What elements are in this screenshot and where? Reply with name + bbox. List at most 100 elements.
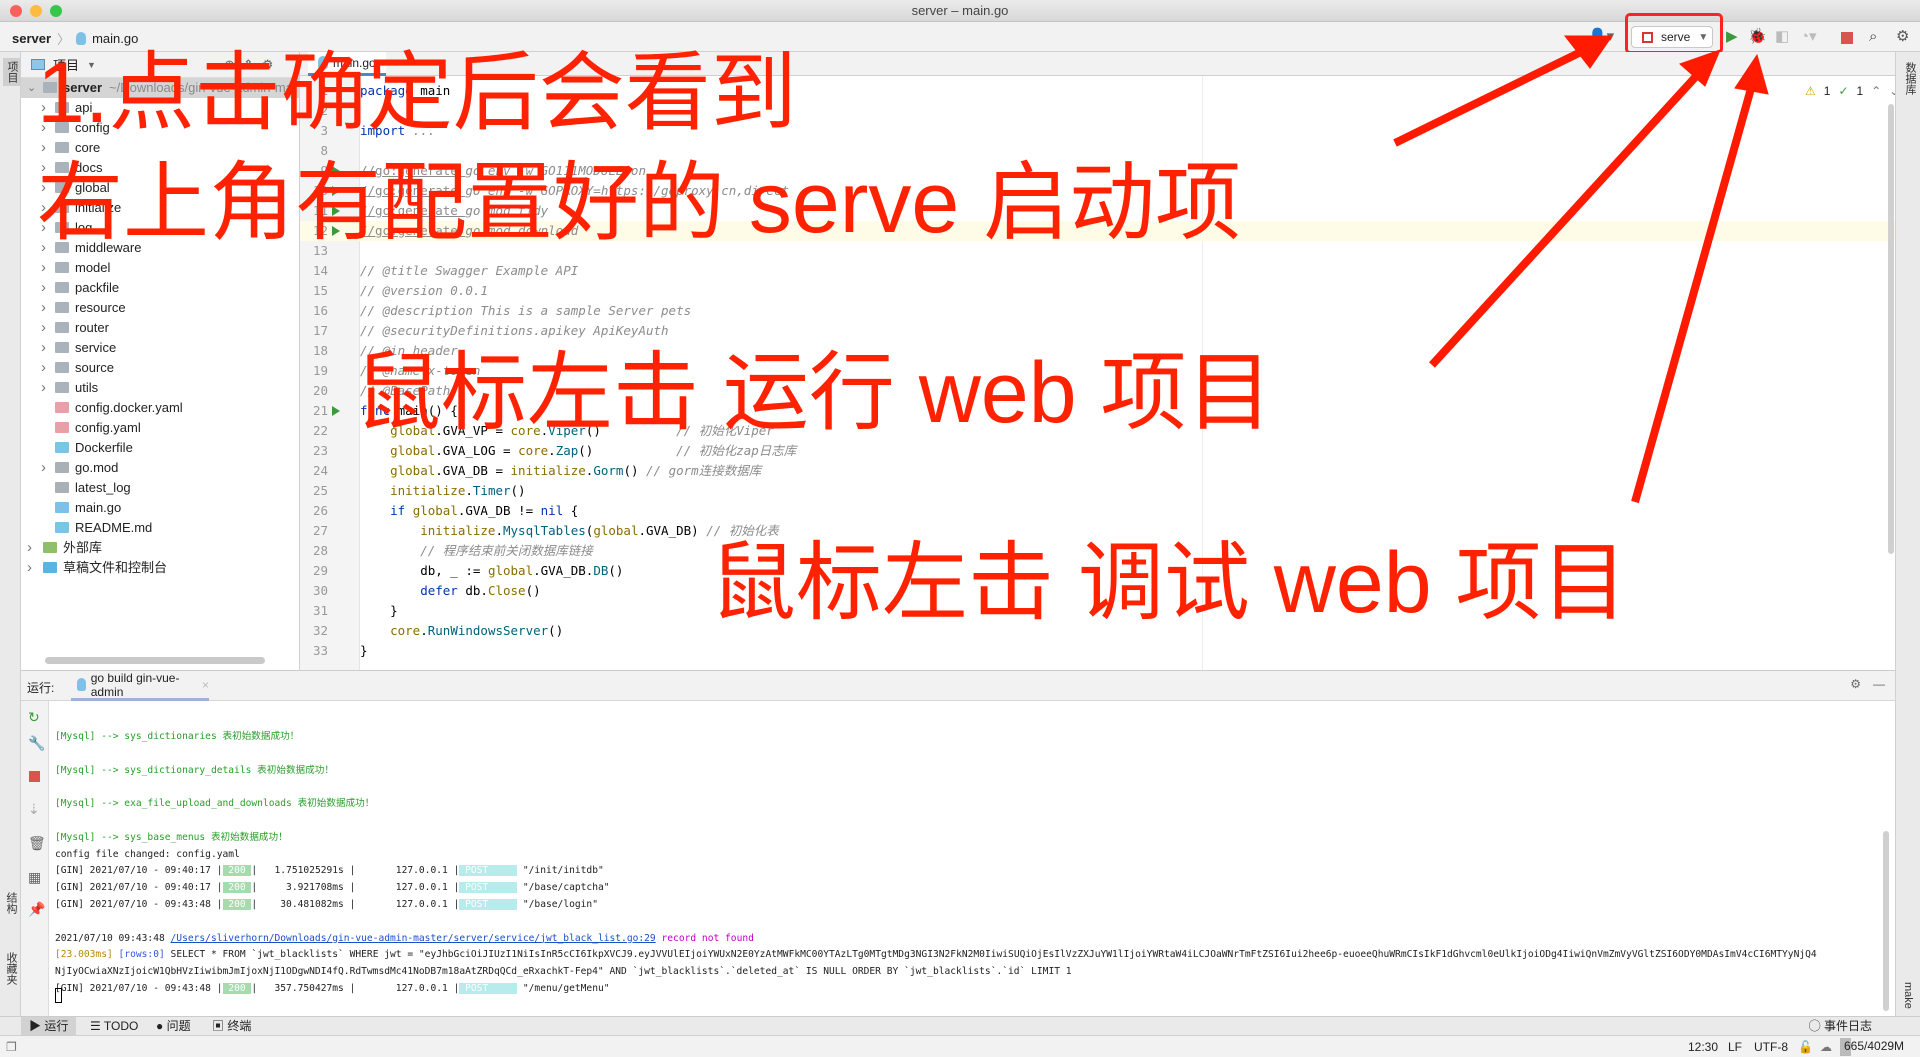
bottom-tab-terminal[interactable]: ▣ 终端	[204, 1017, 259, 1036]
warning-icon[interactable]: ⚠	[1805, 84, 1816, 98]
code-text: // 程序结束前关闭数据库链接	[360, 541, 593, 561]
code-token: ()	[548, 623, 564, 638]
caret-position[interactable]: 12:30	[1688, 1040, 1718, 1054]
code-line[interactable]: 15 // @version 0.0.1	[300, 281, 1895, 301]
minimize-window-button[interactable]	[30, 5, 42, 17]
tree-item-config-docker-yaml[interactable]: config.docker.yaml	[21, 398, 300, 418]
chevron-right-icon: ›	[41, 279, 46, 296]
code-token: ()	[608, 563, 624, 578]
profile-icon[interactable]: ◔▾	[1800, 28, 1817, 46]
previous-highlight-icon[interactable]: ⌃	[1871, 84, 1881, 98]
trash-icon[interactable]: 🗑	[28, 835, 46, 852]
tree-item-packfile[interactable]: › packfile	[21, 278, 300, 298]
zoom-window-button[interactable]	[50, 5, 62, 17]
scroll-to-end-icon[interactable]: ⇣	[28, 801, 40, 818]
console-token: POST	[459, 865, 518, 877]
tree-item-label: 外部库	[63, 540, 103, 555]
horizontal-scrollbar[interactable]	[45, 657, 265, 664]
console-token: POST	[459, 882, 518, 894]
file-encoding[interactable]: UTF-8	[1754, 1040, 1788, 1054]
vertical-scrollbar[interactable]	[1888, 104, 1894, 554]
bottom-tab-label: 运行	[44, 1019, 69, 1033]
memory-indicator[interactable]: 665/4029M	[1840, 1038, 1909, 1056]
tree-item-latest_log[interactable]: latest_log	[21, 478, 300, 498]
lock-icon[interactable]: 🔓	[1798, 1040, 1813, 1054]
search-icon[interactable]: ⌕	[1869, 28, 1877, 46]
chevron-down-icon: ⌄	[27, 82, 37, 94]
database-tool-button[interactable]: 数据库	[1902, 62, 1918, 95]
run-gutter-icon[interactable]	[332, 406, 340, 416]
pin-icon[interactable]: 📌	[28, 901, 45, 918]
tree-item-config-yaml[interactable]: config.yaml	[21, 418, 300, 438]
code-line[interactable]: 23 global.GVA_LOG = core.Zap() // 初始化zap…	[300, 441, 1895, 461]
tree-item-utils[interactable]: › utils	[21, 378, 300, 398]
console-token: 200	[222, 899, 252, 910]
stop-icon[interactable]	[29, 771, 40, 782]
chevron-right-icon: ›	[41, 259, 46, 276]
console-file-link[interactable]: /Users/sliverhorn/Downloads/gin-vue-admi…	[171, 933, 656, 944]
tree-item-service[interactable]: › service	[21, 338, 300, 358]
make-tool-button[interactable]: make	[1902, 982, 1914, 1009]
console-token: [Mysql] --> exa_file_upload_and_download…	[55, 798, 375, 810]
code-line[interactable]: 16 // @description This is a sample Serve…	[300, 301, 1895, 321]
console-token: 200	[222, 882, 252, 894]
close-tab-icon[interactable]: ×	[202, 678, 209, 692]
line-number: 24	[312, 463, 328, 478]
event-log-button[interactable]: ◯ 事件日志	[1801, 1017, 1880, 1036]
tree-item-dockerfile[interactable]: Dockerfile	[21, 438, 300, 458]
console-token: "/base/captcha"	[517, 882, 610, 894]
code-token: global	[360, 463, 436, 478]
run-panel: 运行: go build gin-vue-admin × ⚙ — ↻ 🔧 ⇣ 🗑…	[21, 670, 1895, 1017]
breadcrumb-file[interactable]: main.go	[92, 31, 138, 46]
structure-tool-button[interactable]: 结构	[3, 892, 19, 914]
console-token: [GIN] 2021/07/10 - 09:43:48 |	[55, 983, 223, 994]
hide-panel-icon[interactable]: —	[1873, 677, 1885, 691]
coverage-icon[interactable]: ◧	[1775, 28, 1789, 46]
run-configuration-select[interactable]: serve ▼	[1631, 26, 1713, 48]
debug-icon[interactable]: 🐞	[1748, 28, 1767, 46]
tree-item-scratches-and-consoles[interactable]: › 草稿文件和控制台	[21, 558, 300, 578]
bottom-tab-problems[interactable]: ● 问题	[148, 1017, 199, 1036]
cloud-settings-icon[interactable]: ☁	[1820, 1040, 1832, 1054]
project-tool-button[interactable]: 项目	[3, 58, 21, 86]
tree-item-model[interactable]: › model	[21, 258, 300, 278]
user-icon[interactable]: 👤▾	[1588, 28, 1614, 46]
run-tab-label: go build gin-vue-admin	[90, 670, 180, 699]
breadcrumb-root[interactable]: server	[12, 31, 51, 46]
code-line[interactable]: 17 // @securityDefinitions.apikey ApiKeyA…	[300, 321, 1895, 341]
code-line[interactable]: 14 // @title Swagger Example API	[300, 261, 1895, 281]
bottom-tab-run[interactable]: ▶ 运行	[21, 1017, 77, 1036]
rerun-icon[interactable]: ↻	[28, 709, 40, 726]
code-token: ()	[623, 463, 647, 478]
typo-check-icon[interactable]: ✓	[1838, 84, 1848, 98]
gear-icon[interactable]: ⚙	[1896, 28, 1909, 46]
gear-icon[interactable]: ⚙	[1850, 677, 1861, 691]
chevron-right-icon: ›	[41, 319, 46, 336]
favorites-tool-button[interactable]: 收藏夹	[3, 952, 19, 985]
bottom-tab-todo[interactable]: ☰ TODO	[82, 1017, 146, 1036]
console-scrollbar[interactable]	[1883, 831, 1889, 1011]
code-line[interactable]: 25 initialize.Timer()	[300, 481, 1895, 501]
tree-item-router[interactable]: › router	[21, 318, 300, 338]
tree-item-source[interactable]: › source	[21, 358, 300, 378]
wrench-icon[interactable]: 🔧	[28, 735, 45, 752]
line-separator[interactable]: LF	[1728, 1040, 1742, 1054]
toggle-tool-windows-icon[interactable]: ❐	[6, 1040, 17, 1054]
code-line[interactable]: 24 global.GVA_DB = initialize.Gorm() // …	[300, 461, 1895, 481]
tree-item-resource[interactable]: › resource	[21, 298, 300, 318]
tree-item-main-go[interactable]: main.go	[21, 498, 300, 518]
layout-icon[interactable]: ▦	[28, 869, 41, 886]
code-line[interactable]: 26 if global.GVA_DB != nil {	[300, 501, 1895, 521]
tree-item-go-mod[interactable]: › go.mod	[21, 458, 300, 478]
run-icon[interactable]: ▶	[1726, 28, 1738, 46]
code-line[interactable]: 33}	[300, 641, 1895, 661]
tree-item-readme-md[interactable]: README.md	[21, 518, 300, 538]
line-number: 30	[312, 583, 328, 598]
stop-icon[interactable]	[1841, 32, 1853, 44]
console-token: [GIN] 2021/07/10 - 09:43:48 |	[55, 899, 223, 910]
console-line: [Mysql] --> sys_base_menus 表初始数据成功！	[55, 829, 288, 846]
tree-item-external-libraries[interactable]: › 外部库	[21, 538, 300, 558]
code-token: .GVA_LOG =	[435, 443, 519, 458]
run-tab-go-build[interactable]: go build gin-vue-admin ×	[71, 671, 209, 701]
close-window-button[interactable]	[10, 5, 22, 17]
